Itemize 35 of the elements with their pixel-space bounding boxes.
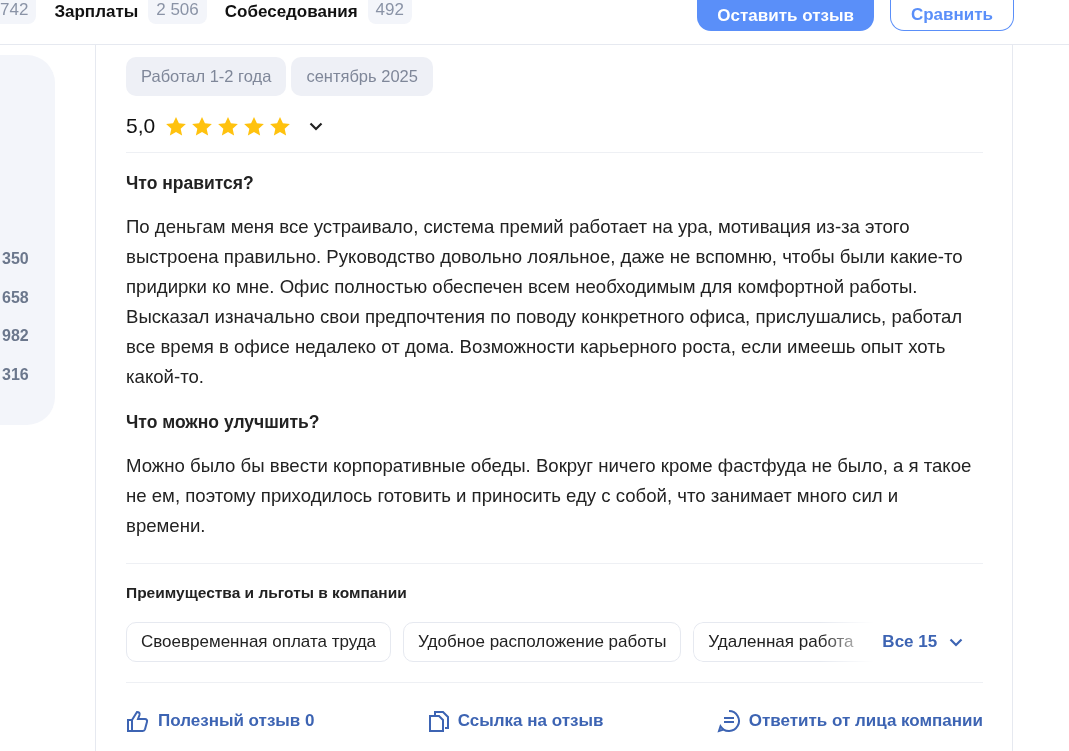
chat-icon bbox=[716, 709, 741, 733]
section-heading: Что можно улучшить? bbox=[126, 412, 321, 433]
sidebar-count: 316 bbox=[2, 365, 29, 385]
show-all-button[interactable]: Все 15 bbox=[882, 632, 964, 652]
compare-button[interactable]: Сравнить bbox=[889, 0, 1014, 31]
leave-review-button[interactable]: Оставить отзыв bbox=[697, 0, 874, 31]
sidebar-count: 658 bbox=[2, 288, 29, 308]
nav-link[interactable]: Собеседования bbox=[224, 2, 358, 22]
chevron-down-icon bbox=[949, 637, 964, 647]
helpful-button[interactable]: Полезный отзыв 0 bbox=[126, 709, 315, 733]
nav-link[interactable]: Зарплаты bbox=[54, 2, 139, 22]
review-text: Можно было бы ввести корпоративные обеды. Вокруг ничего кроме фастфуда не было, а я такое не ем, поэтому приходилось готовить и приносить еду с собой, что занимает много сил и времени. bbox=[126, 454, 973, 538]
count-badge: 2 506 bbox=[148, 0, 207, 24]
star-icon bbox=[269, 115, 292, 137]
review-tag: Работал 1-2 года bbox=[126, 57, 287, 96]
star-icon bbox=[165, 115, 188, 137]
benefit-chip: Своевременная оплата труда bbox=[126, 622, 392, 662]
star-icon bbox=[217, 115, 240, 137]
review-tag: сентябрь 2025 bbox=[291, 57, 433, 96]
review-link-button[interactable]: Ссылка на отзыв bbox=[427, 709, 604, 733]
section-heading: Что нравится? bbox=[126, 173, 255, 194]
thumbs-up-icon bbox=[126, 710, 150, 732]
sidebar-count: 982 bbox=[2, 327, 29, 346]
benefit-chip: Удобное расположение работы bbox=[403, 622, 682, 662]
review-text: По деньгам меня все устраивало, система премий работает на ура, мотивация из-за этого выстроена правильно. Руководство довольно лояльное, даже не вспомню, чтобы были какие-то придирки ко мне. Офис полностью обеспечен всем необходимым для комфортной работы. Высказал изначально свои предпочтения по поводу конкретного офиса, прислушались, работал все время в офисе недалеко от дома. Возможности карьерного роста, если имеешь опыт хоть какой-то. bbox=[126, 215, 964, 389]
count-badge: 742 bbox=[0, 0, 37, 24]
copy-icon bbox=[427, 710, 450, 732]
count-badge: 492 bbox=[367, 0, 412, 24]
sidebar-count: 350 bbox=[2, 250, 29, 269]
star-icon bbox=[243, 115, 266, 137]
benefits-heading: Преимущества и льготы в компании bbox=[126, 584, 408, 602]
rating-value: 5,0 bbox=[126, 114, 156, 138]
reply-button[interactable]: Ответить от лица компании bbox=[716, 709, 983, 733]
chevron-down-icon bbox=[309, 121, 324, 131]
star-icon bbox=[191, 115, 214, 137]
